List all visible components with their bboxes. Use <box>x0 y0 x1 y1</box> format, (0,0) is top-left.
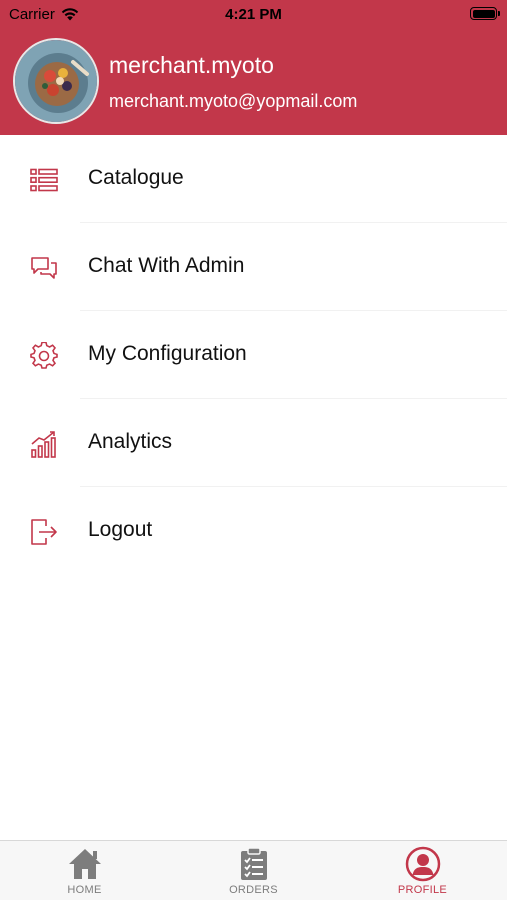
profile-icon <box>405 846 441 882</box>
menu-item-chat-with-admin[interactable]: Chat With Admin <box>0 223 507 311</box>
tab-profile[interactable]: PROFILE <box>338 841 507 900</box>
profile-username: merchant.myoto <box>109 52 274 78</box>
profile-menu: Catalogue Chat With Admin My Configurati… <box>0 135 507 575</box>
menu-item-logout[interactable]: Logout <box>0 487 507 575</box>
gear-icon <box>29 342 59 370</box>
menu-item-label: My Configuration <box>88 342 247 365</box>
avatar[interactable] <box>13 38 99 124</box>
menu-item-analytics[interactable]: Analytics <box>0 399 507 487</box>
tab-bar: HOME ORDERS PROFILE <box>0 840 507 900</box>
tab-orders[interactable]: ORDERS <box>169 841 338 900</box>
tab-label: HOME <box>67 884 102 896</box>
menu-item-my-configuration[interactable]: My Configuration <box>0 311 507 399</box>
chat-icon <box>29 254 59 282</box>
analytics-icon <box>29 430 59 458</box>
status-time: 4:21 PM <box>225 6 282 23</box>
logout-icon <box>29 518 59 546</box>
profile-email: merchant.myoto@yopmail.com <box>109 91 358 111</box>
menu-item-label: Chat With Admin <box>88 254 245 277</box>
catalogue-icon <box>29 166 59 194</box>
status-bar: Carrier 4:21 PM <box>0 0 507 30</box>
battery-icon <box>470 7 500 20</box>
menu-item-label: Logout <box>88 518 153 541</box>
profile-header: Carrier 4:21 PM merchant.myoto merchant.… <box>0 0 507 135</box>
menu-item-label: Catalogue <box>88 166 184 189</box>
tab-label: PROFILE <box>397 884 448 896</box>
clipboard-icon <box>239 846 269 882</box>
menu-item-catalogue[interactable]: Catalogue <box>0 135 507 223</box>
home-icon <box>67 846 103 882</box>
tab-home[interactable]: HOME <box>0 841 169 900</box>
tab-label: ORDERS <box>229 884 278 896</box>
menu-item-label: Analytics <box>88 430 173 453</box>
